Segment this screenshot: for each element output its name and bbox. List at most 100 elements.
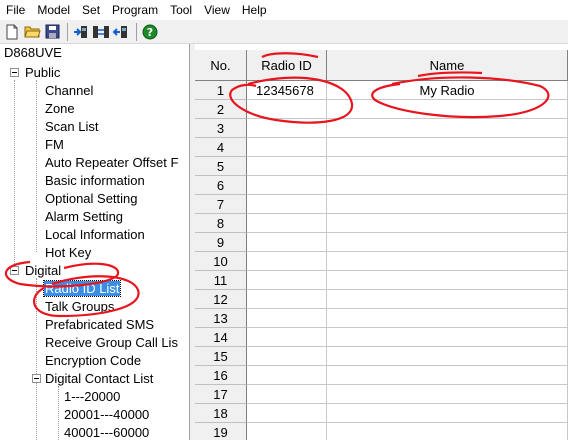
row-number[interactable]: 15 [195, 347, 247, 366]
radio-id-cell[interactable] [247, 214, 327, 233]
tree-item-basic-information[interactable]: Basic information [44, 172, 146, 190]
read-radio-icon[interactable] [72, 23, 90, 41]
name-cell[interactable] [327, 366, 568, 385]
tree-public[interactable]: Public [24, 64, 61, 82]
row-number[interactable]: 18 [195, 404, 247, 423]
column-header-radio-id[interactable]: Radio ID [247, 50, 327, 81]
radio-id-cell[interactable] [247, 233, 327, 252]
name-cell[interactable] [327, 309, 568, 328]
name-cell[interactable] [327, 404, 568, 423]
menu-model[interactable]: Model [31, 0, 76, 20]
column-header-name[interactable]: Name [327, 50, 568, 81]
radio-id-cell[interactable] [247, 138, 327, 157]
radio-id-cell[interactable] [247, 366, 327, 385]
tree-item-local-information[interactable]: Local Information [44, 226, 146, 244]
name-cell[interactable] [327, 385, 568, 404]
name-cell[interactable] [327, 252, 568, 271]
name-cell[interactable] [327, 157, 568, 176]
radio-id-cell[interactable] [247, 347, 327, 366]
collapse-toggle-digital-contact-list[interactable] [32, 374, 41, 383]
radio-id-cell[interactable]: 12345678 [247, 81, 327, 100]
name-cell[interactable] [327, 100, 568, 119]
write-radio-icon[interactable] [92, 23, 110, 41]
tree-item-contact-range[interactable]: 20001---40000 [63, 406, 150, 424]
radio-id-cell[interactable] [247, 309, 327, 328]
name-cell[interactable] [327, 423, 568, 440]
new-file-icon[interactable] [3, 23, 21, 41]
name-cell[interactable]: My Radio [327, 81, 568, 100]
row-number[interactable]: 8 [195, 214, 247, 233]
row-number[interactable]: 19 [195, 423, 247, 440]
radio-id-cell[interactable] [247, 119, 327, 138]
tree-item-radio-id-list[interactable]: Radio ID List [42, 280, 122, 298]
tree-digital[interactable]: Digital [24, 262, 62, 280]
tree-item-hot-key[interactable]: Hot Key [44, 244, 92, 262]
row-number[interactable]: 9 [195, 233, 247, 252]
save-icon[interactable] [43, 23, 61, 41]
row-number[interactable]: 6 [195, 176, 247, 195]
row-number[interactable]: 2 [195, 100, 247, 119]
tree-item-receive-group-call-list[interactable]: Receive Group Call Lis [44, 334, 179, 352]
radio-id-cell[interactable] [247, 385, 327, 404]
radio-id-cell[interactable] [247, 100, 327, 119]
radio-id-cell[interactable] [247, 176, 327, 195]
tree-item-prefabricated-sms[interactable]: Prefabricated SMS [44, 316, 155, 334]
tree-item-auto-repeater-offset[interactable]: Auto Repeater Offset F [44, 154, 179, 172]
radio-id-cell[interactable] [247, 404, 327, 423]
radio-id-cell[interactable] [247, 252, 327, 271]
row-number[interactable]: 16 [195, 366, 247, 385]
row-number[interactable]: 17 [195, 385, 247, 404]
name-cell[interactable] [327, 176, 568, 195]
tree-guide-line [58, 386, 59, 440]
tree-item-talk-groups[interactable]: Talk Groups [44, 298, 115, 316]
tree-root[interactable]: D868UVE [3, 44, 63, 62]
menu-set[interactable]: Set [76, 0, 106, 20]
row-number[interactable]: 4 [195, 138, 247, 157]
row-number[interactable]: 13 [195, 309, 247, 328]
row-number[interactable]: 5 [195, 157, 247, 176]
radio-id-cell[interactable] [247, 271, 327, 290]
menu-tool[interactable]: Tool [164, 0, 198, 20]
menu-view[interactable]: View [198, 0, 236, 20]
open-folder-icon[interactable] [23, 23, 41, 41]
tree-item-digital-contact-list[interactable]: Digital Contact List [44, 370, 154, 388]
tree-item-optional-setting[interactable]: Optional Setting [44, 190, 139, 208]
column-header-no[interactable]: No. [195, 50, 247, 81]
menu-file[interactable]: File [0, 0, 31, 20]
radio-id-cell[interactable] [247, 328, 327, 347]
tree-item-channel[interactable]: Channel [44, 82, 94, 100]
radio-id-cell[interactable] [247, 290, 327, 309]
help-icon[interactable]: ? [141, 23, 159, 41]
name-cell[interactable] [327, 119, 568, 138]
radio-id-cell[interactable] [247, 195, 327, 214]
row-number[interactable]: 3 [195, 119, 247, 138]
menu-help[interactable]: Help [236, 0, 273, 20]
name-cell[interactable] [327, 233, 568, 252]
radio-info-icon[interactable] [112, 23, 130, 41]
name-cell[interactable] [327, 214, 568, 233]
row-number[interactable]: 12 [195, 290, 247, 309]
name-cell[interactable] [327, 138, 568, 157]
radio-id-cell[interactable] [247, 423, 327, 440]
tree-item-zone[interactable]: Zone [44, 100, 76, 118]
name-cell[interactable] [327, 290, 568, 309]
row-number[interactable]: 10 [195, 252, 247, 271]
collapse-toggle-public[interactable] [10, 68, 19, 77]
row-number[interactable]: 1 [195, 81, 247, 100]
collapse-toggle-digital[interactable] [10, 266, 19, 275]
name-cell[interactable] [327, 347, 568, 366]
tree-item-scan-list[interactable]: Scan List [44, 118, 99, 136]
tree-item-fm[interactable]: FM [44, 136, 65, 154]
name-cell[interactable] [327, 195, 568, 214]
tree-item-contact-range[interactable]: 40001---60000 [63, 424, 150, 440]
tree-item-alarm-setting[interactable]: Alarm Setting [44, 208, 124, 226]
radio-id-cell[interactable] [247, 157, 327, 176]
row-number[interactable]: 7 [195, 195, 247, 214]
name-cell[interactable] [327, 328, 568, 347]
row-number[interactable]: 14 [195, 328, 247, 347]
tree-item-encryption-code[interactable]: Encryption Code [44, 352, 142, 370]
row-number[interactable]: 11 [195, 271, 247, 290]
menu-program[interactable]: Program [106, 0, 164, 20]
tree-item-contact-range[interactable]: 1---20000 [63, 388, 121, 406]
name-cell[interactable] [327, 271, 568, 290]
